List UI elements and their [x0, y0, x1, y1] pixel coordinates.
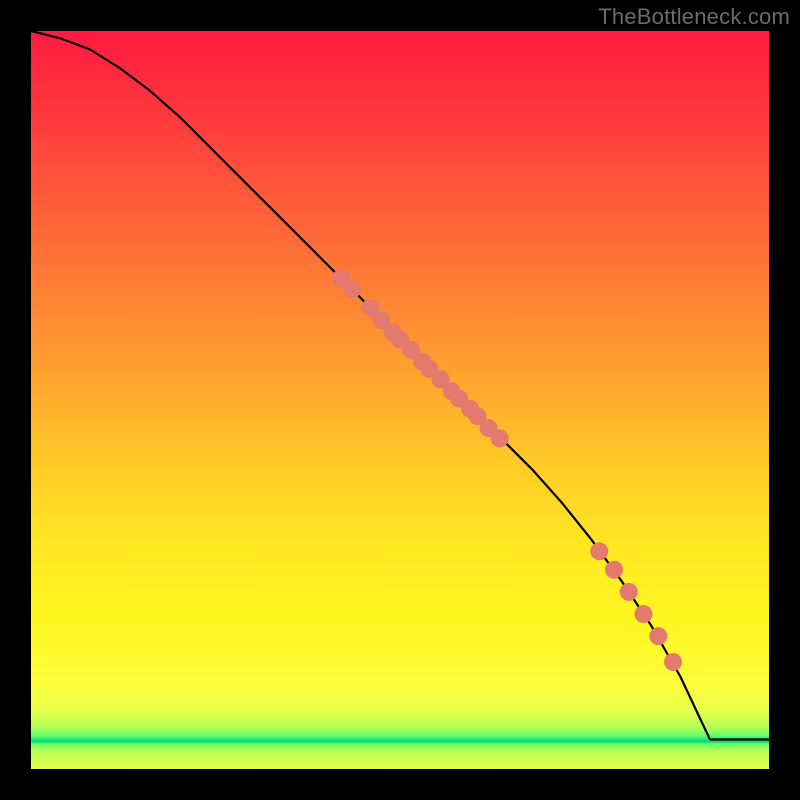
curve-line [31, 31, 710, 739]
highlight-dot [649, 627, 667, 645]
chart-stage: TheBottleneck.com [0, 0, 800, 800]
watermark-text: TheBottleneck.com [598, 4, 790, 30]
highlight-dot [590, 542, 608, 560]
highlight-dot [343, 280, 361, 298]
highlight-dot [605, 561, 623, 579]
highlight-dot [664, 653, 682, 671]
highlight-dots [332, 269, 682, 671]
chart-overlay [31, 31, 769, 769]
highlight-dot [620, 583, 638, 601]
highlight-dot [635, 605, 653, 623]
highlight-dot [491, 429, 509, 447]
